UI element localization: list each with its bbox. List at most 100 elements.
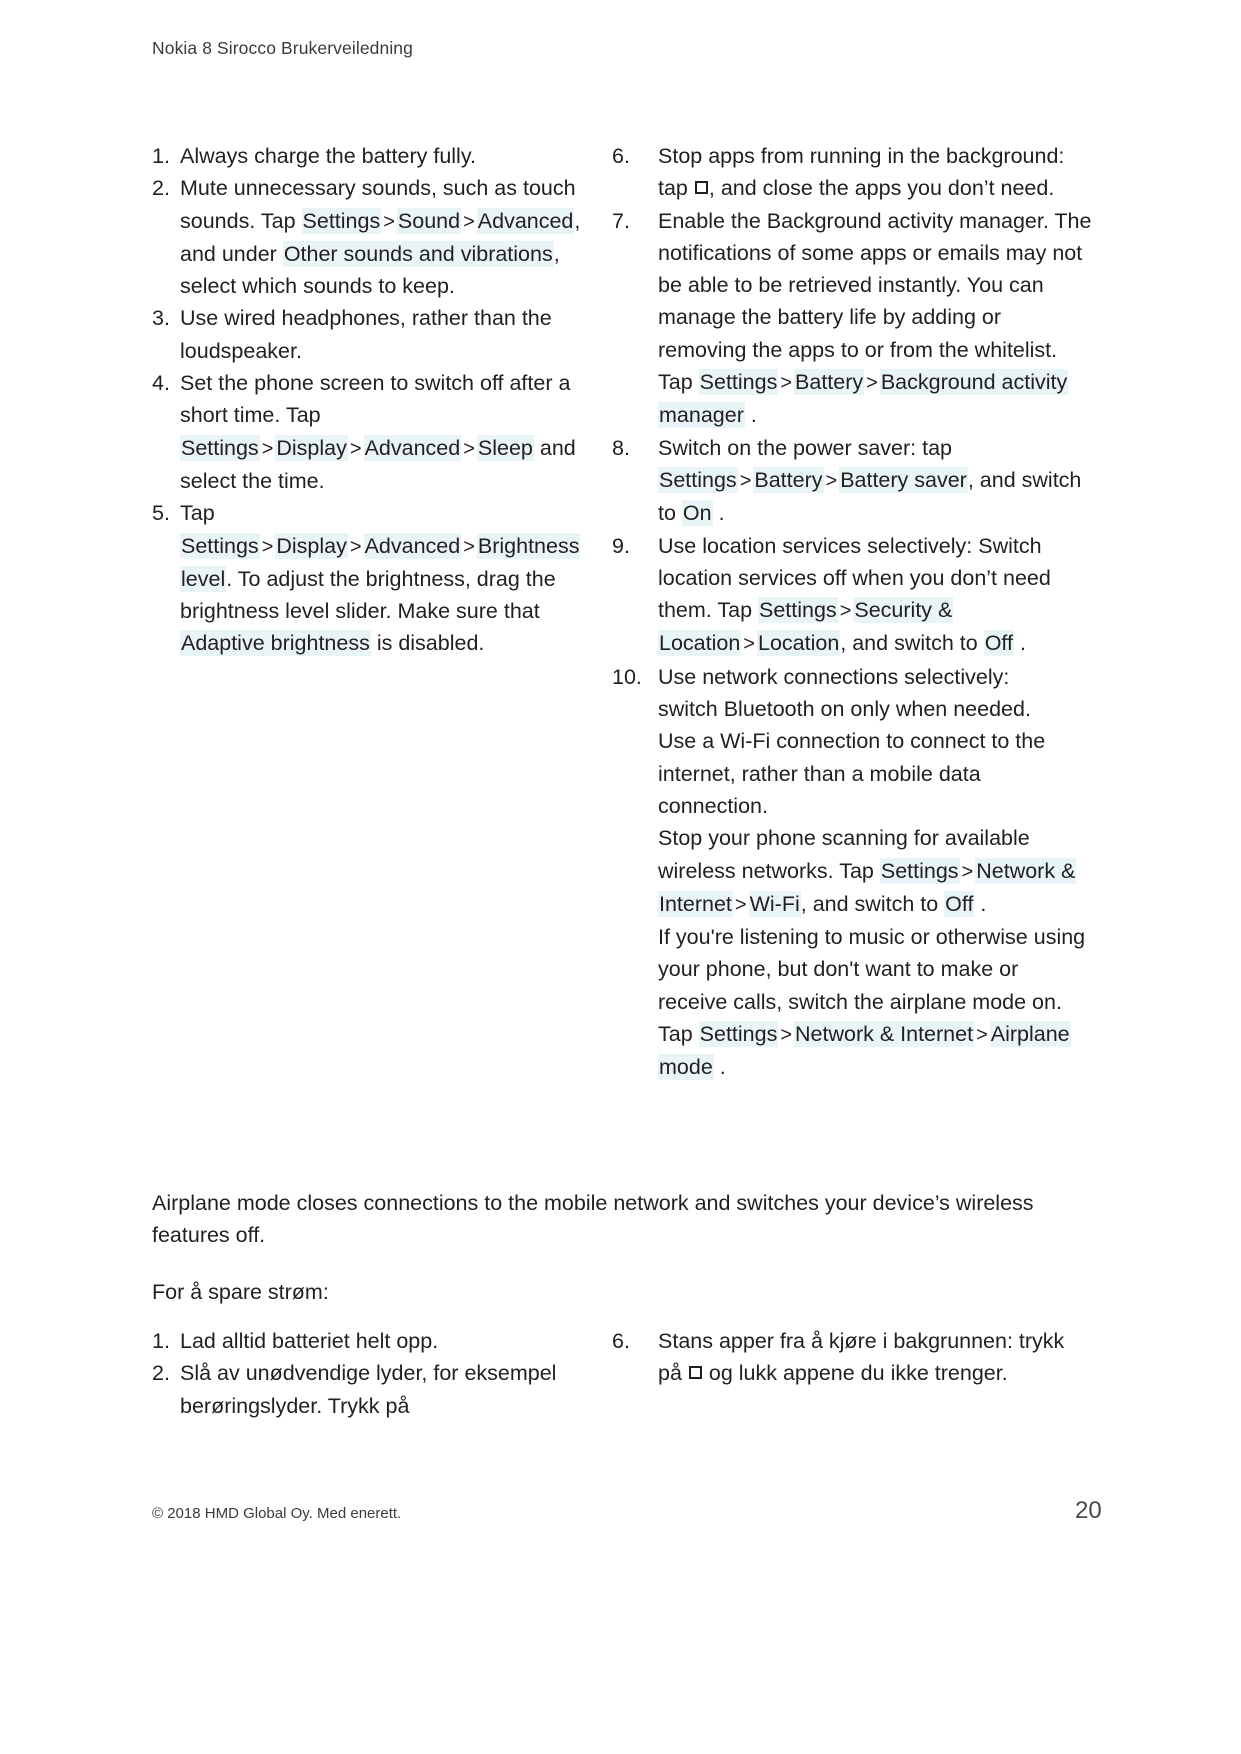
ui-path-term: Display xyxy=(275,532,348,559)
text-run: Always charge the battery fully. xyxy=(180,144,476,168)
page-header-title: Nokia 8 Sirocco Brukerveiledning xyxy=(152,38,413,58)
list-item-number: 7. xyxy=(612,208,630,233)
list-item-number: 1. xyxy=(152,1329,170,1353)
path-separator: > xyxy=(463,535,475,558)
text-run: is disabled. xyxy=(370,631,485,656)
ui-path-term: Settings xyxy=(698,1021,779,1048)
ui-path-term: Wi-Fi xyxy=(748,890,801,917)
list-item-number: 8. xyxy=(612,435,630,460)
list-item: 8. Switch on the power saver: tap Setting… xyxy=(612,432,1092,530)
ui-path-term: Battery xyxy=(794,369,865,396)
path-separator: > xyxy=(825,469,838,492)
path-separator: > xyxy=(976,1024,988,1047)
list-item-text: Use network connections selectively: swit… xyxy=(658,664,1085,1081)
text-run: Slå av unødvendige lyder, for eksempel b… xyxy=(180,1361,557,1418)
path-separator: > xyxy=(261,535,274,558)
ui-path-term: Off xyxy=(983,630,1014,657)
list-item-text: Stans apper fra å kjøre i bakgrunnen: tr… xyxy=(658,1329,1064,1385)
norwegian-list-right: 6. Stans apper fra å kjøre i bakgrunnen: … xyxy=(612,1325,1092,1390)
text-run: . xyxy=(712,501,725,526)
text-run: Tap xyxy=(180,501,215,526)
list-item-number: 2. xyxy=(152,1361,170,1386)
ui-path-term: Settings xyxy=(301,207,382,234)
text-run: , and switch to xyxy=(840,631,984,656)
list-item-text: Lad alltid batteriet helt opp. xyxy=(180,1329,438,1353)
ui-path-term: Settings xyxy=(180,532,260,559)
square-recents-icon xyxy=(694,181,708,195)
ui-path-term: Network & Internet xyxy=(794,1021,975,1048)
list-item-number: 9. xyxy=(612,533,630,558)
norwegian-column-left: 1. Lad alltid batteriet helt opp. 2. Slå av… xyxy=(152,1325,612,1422)
list-item: 2. Slå av unødvendige lyder, for eksempel… xyxy=(152,1357,612,1422)
ui-path-term: Sound xyxy=(396,207,462,234)
ui-path-term: Location xyxy=(756,630,841,657)
norwegian-two-column-layout: 1. Lad alltid batteriet helt opp. 2. Slå av… xyxy=(152,1325,1092,1422)
ui-path-term: On xyxy=(681,500,713,527)
path-separator: > xyxy=(866,372,878,395)
english-list-left: 1. Always charge the battery fully. 2. Mute… xyxy=(152,140,612,660)
text-run: Use network connections selectively: xyxy=(658,664,1010,689)
ui-path-term: Settings xyxy=(698,369,779,396)
list-item: 6. Stop apps from running in the backgrou… xyxy=(612,140,1092,205)
list-item-number: 3. xyxy=(152,306,170,331)
list-item-number: 2. xyxy=(152,176,170,201)
text-run: Switch on the power saver: tap xyxy=(658,435,952,460)
path-separator: > xyxy=(780,1024,793,1047)
english-content: 1. Always charge the battery fully. 2. Mute… xyxy=(152,140,1092,1084)
list-item-text: Set the phone screen to switch off after… xyxy=(180,371,576,493)
norwegian-list-left: 1. Lad alltid batteriet helt opp. 2. Slå av… xyxy=(152,1325,612,1422)
path-separator: > xyxy=(743,633,755,656)
list-item-text: Use wired headphones, rather than the lo… xyxy=(180,306,552,362)
list-item-text: Enable the Background activity manager. … xyxy=(658,208,1092,429)
norwegian-intro-block: For å spare strøm: xyxy=(152,1276,1097,1308)
norwegian-column-right: 6. Stans apper fra å kjøre i bakgrunnen: … xyxy=(612,1325,1092,1390)
text-run: Use wired headphones, rather than the lo… xyxy=(180,306,552,363)
path-separator: > xyxy=(349,437,362,460)
path-separator: > xyxy=(739,469,752,492)
english-list-right: 6. Stop apps from running in the backgrou… xyxy=(612,140,1092,1084)
list-item-text: Use location services selectively: Switc… xyxy=(658,534,1051,657)
ui-path-term: Settings xyxy=(180,434,260,461)
text-run: . xyxy=(744,403,757,428)
list-item-text: Tap Settings > Display > Advanced > Brightness… xyxy=(180,501,581,657)
list-item: 1. Always charge the battery fully. xyxy=(152,140,612,172)
note-paragraph: Airplane mode closes connections to the … xyxy=(152,1191,1034,1248)
text-run: og lukk appene du ikke trenger. xyxy=(702,1361,1008,1386)
path-separator: > xyxy=(349,535,362,558)
list-item: 5. Tap Settings > Display > Advanced > Brightne… xyxy=(152,497,612,659)
list-item: 6. Stans apper fra å kjøre i bakgrunnen: … xyxy=(612,1325,1092,1390)
list-item: 9. Use location services selectively: Swi… xyxy=(612,530,1092,661)
ui-path-term: Off xyxy=(944,890,975,917)
path-separator: > xyxy=(780,372,793,395)
ui-path-term: Display xyxy=(275,434,348,461)
norwegian-intro-text: For å spare strøm: xyxy=(152,1280,329,1304)
path-separator: > xyxy=(261,437,274,460)
list-item-number: 4. xyxy=(152,371,170,396)
text-run: , and switch to xyxy=(800,891,945,916)
list-item: 1. Lad alltid batteriet helt opp. xyxy=(152,1325,612,1357)
ui-path-term: Adaptive brightness xyxy=(180,630,371,657)
path-separator: > xyxy=(961,860,974,883)
ui-path-term: Advanced xyxy=(363,532,462,559)
english-column-right: 6. Stop apps from running in the backgrou… xyxy=(612,140,1092,1084)
text-run: , and close the apps you don’t need. xyxy=(708,176,1055,201)
square-recents-icon xyxy=(688,1366,702,1380)
ui-path-term: Settings xyxy=(879,857,960,884)
norwegian-content: 1. Lad alltid batteriet helt opp. 2. Slå av… xyxy=(152,1325,1092,1422)
ui-path-term: Settings xyxy=(658,466,738,493)
text-run: Set the phone screen to switch off after… xyxy=(180,371,571,428)
list-item-text: Stop apps from running in the background… xyxy=(658,144,1064,200)
text-run: . xyxy=(974,891,987,916)
list-item-text: Mute unnecessary sounds, such as touch s… xyxy=(180,176,580,298)
text-run: . xyxy=(713,1055,726,1080)
english-column-left: 1. Always charge the battery fully. 2. Mute… xyxy=(152,140,612,660)
text-run: Enable the Background activity manager. … xyxy=(658,208,1092,395)
text-run: Lad alltid batteriet helt opp. xyxy=(180,1329,439,1353)
list-item-text: Slå av unødvendige lyder, for eksempel b… xyxy=(180,1361,556,1417)
path-separator: > xyxy=(463,437,475,460)
document-page: Nokia 8 Sirocco Brukerveiledning 1. Alway… xyxy=(0,0,1241,1754)
list-item-text: Switch on the power saver: tap Settings >… xyxy=(658,435,1081,527)
list-item: 2. Mute unnecessary sounds, such as touch… xyxy=(152,172,612,302)
ui-path-term: Battery xyxy=(753,466,824,493)
footer-copyright: © 2018 HMD Global Oy. Med enerett. xyxy=(152,1505,402,1522)
